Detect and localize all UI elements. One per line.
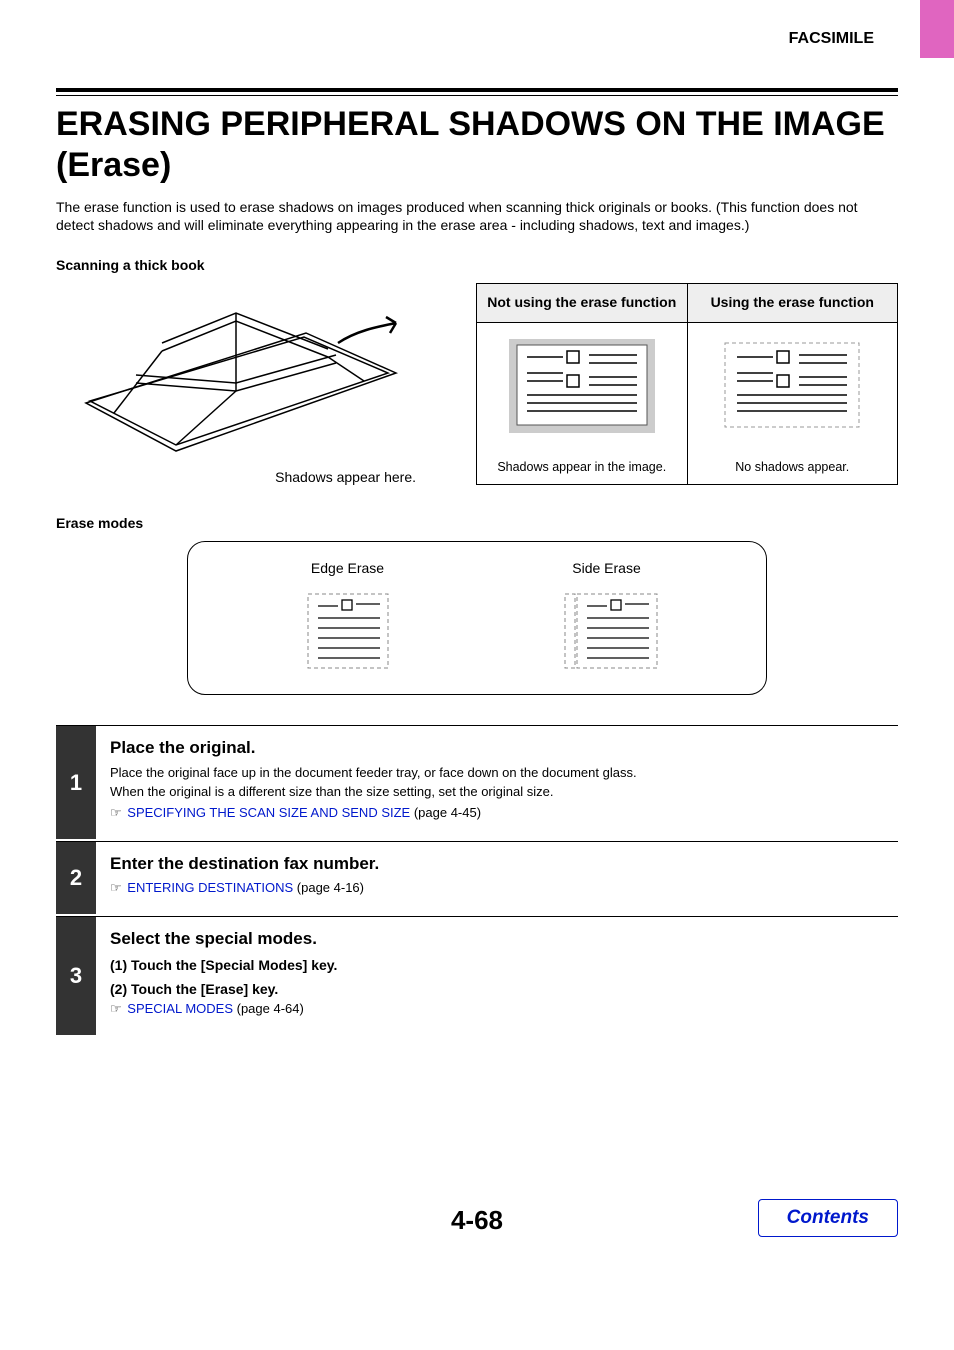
section-tab [920,0,954,58]
book-scanner-illustration [76,283,406,463]
col1-header: Not using the erase function [477,284,688,322]
erase-modes-box: Edge Erase [187,541,767,695]
step-1-link[interactable]: SPECIFYING THE SCAN SIZE AND SEND SIZE [127,805,410,820]
step-2-number: 2 [56,842,96,914]
step-2: 2 Enter the destination fax number. ☞ EN… [56,841,898,914]
step-3-number: 3 [56,917,96,1035]
pointer-icon: ☞ [110,805,122,820]
rule-thick [56,88,898,92]
step-1-link-ref: (page 4-45) [410,805,481,820]
mode-edge-erase: Edge Erase [304,560,392,672]
rule-thin [56,95,898,96]
erase-modes-label: Erase modes [56,515,898,531]
contents-button[interactable]: Contents [758,1199,898,1237]
step-3-link-ref: (page 4-64) [233,1001,304,1016]
step-2-link-ref: (page 4-16) [293,880,364,895]
step-2-link[interactable]: ENTERING DESTINATIONS [127,880,293,895]
step-2-title: Enter the destination fax number. [110,854,898,874]
col2-header: Using the erase function [688,284,898,322]
step-1-line-2: When the original is a different size th… [110,783,898,801]
scan-label: Scanning a thick book [56,257,898,273]
page-title: ERASING PERIPHERAL SHADOWS ON THE IMAGE … [56,104,898,186]
intro-text: The erase function is used to erase shad… [56,198,898,236]
step-3-link[interactable]: SPECIAL MODES [127,1001,233,1016]
pointer-icon: ☞ [110,1001,122,1016]
step-1-title: Place the original. [110,738,898,758]
step-1: 1 Place the original. Place the original… [56,725,898,838]
comparison-table: Not using the erase function Using the e… [476,283,898,485]
col2-caption: No shadows appear. [735,460,849,474]
step-1-number: 1 [56,726,96,838]
step-3-sub-2: (2) Touch the [Erase] key. [110,981,898,997]
mode-side-label: Side Erase [563,560,651,576]
step-1-line-1: Place the original face up in the docume… [110,764,898,782]
pointer-icon: ☞ [110,880,122,895]
step-3-title: Select the special modes. [110,929,898,949]
step-3-sub-1: (1) Touch the [Special Modes] key. [110,957,898,973]
step-3: 3 Select the special modes. (1) Touch th… [56,916,898,1035]
mode-side-erase: Side Erase [563,560,651,672]
col1-caption: Shadows appear in the image. [497,460,666,474]
section-header: FACSIMILE [0,30,954,48]
book-caption: Shadows appear here. [56,469,426,485]
thumb-no-shadow [717,337,867,435]
mode-edge-label: Edge Erase [304,560,392,576]
thumb-with-shadow [507,337,657,435]
